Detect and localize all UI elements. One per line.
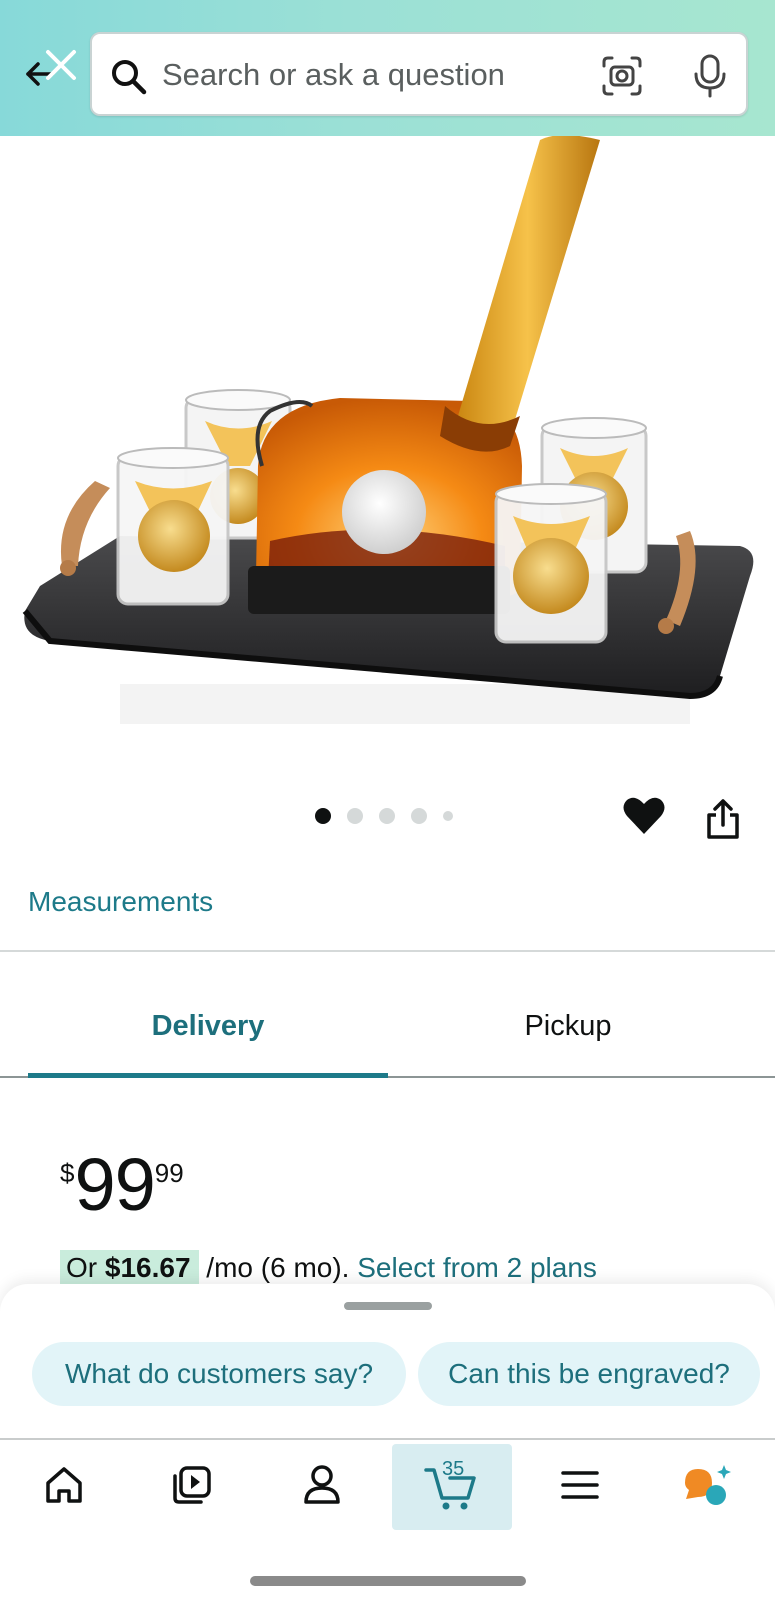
camera-lens-icon[interactable] <box>600 54 644 98</box>
back-arrow-icon <box>26 50 76 86</box>
account-icon <box>304 1465 340 1504</box>
installment-amount: $16.67 <box>104 1252 191 1283</box>
nav-cart[interactable]: 35 <box>392 1444 512 1530</box>
price-whole: 99 <box>74 1143 155 1226</box>
installment-offer: Or $16.67 /mo (6 mo). Select from 2 plan… <box>60 1250 597 1285</box>
home-indicator[interactable] <box>250 1576 526 1586</box>
close-icon <box>46 50 76 80</box>
heart-icon <box>623 797 665 834</box>
tab-active-indicator <box>28 1073 388 1078</box>
share-button[interactable] <box>704 797 742 841</box>
sheet-drag-handle[interactable] <box>344 1302 432 1310</box>
back-close-button[interactable] <box>18 42 82 102</box>
home-icon <box>46 1467 82 1503</box>
nav-rufus[interactable] <box>648 1440 768 1530</box>
microphone-icon[interactable] <box>690 52 730 100</box>
select-plans-link[interactable]: Select from 2 plans <box>357 1252 597 1283</box>
cart-count-badge: 35 <box>442 1458 465 1480</box>
carousel-dot[interactable] <box>443 811 453 821</box>
nav-home[interactable] <box>4 1440 124 1530</box>
add-to-list-button[interactable] <box>622 795 666 837</box>
carousel-dot[interactable] <box>315 808 331 824</box>
carousel-dot[interactable] <box>379 808 395 824</box>
section-divider <box>0 950 775 952</box>
product-image[interactable] <box>0 136 775 736</box>
installment-prefix: Or <box>66 1252 105 1283</box>
search-bar[interactable] <box>90 32 748 116</box>
price-fraction: 99 <box>154 1158 184 1188</box>
measurements-link[interactable]: Measurements <box>28 886 213 918</box>
carousel-dot[interactable] <box>411 808 427 824</box>
installment-term: /mo (6 mo). <box>198 1252 358 1283</box>
suggestion-chip-engraved[interactable]: Can this be engraved? <box>418 1342 760 1406</box>
rufus-icon <box>685 1465 731 1505</box>
price-symbol: $ <box>60 1158 75 1188</box>
product-photo-illustration <box>22 136 754 724</box>
video-icon <box>173 1466 211 1504</box>
tab-delivery[interactable]: Delivery <box>28 1010 388 1043</box>
price: $ 99 99 <box>60 1148 184 1222</box>
search-icon <box>112 60 147 95</box>
image-carousel-indicator[interactable] <box>315 808 453 824</box>
carousel-dot[interactable] <box>347 808 363 824</box>
nav-video[interactable] <box>132 1440 252 1530</box>
top-header <box>0 0 775 136</box>
menu-icon <box>561 1471 599 1499</box>
tab-pickup[interactable]: Pickup <box>388 1010 748 1043</box>
search-input[interactable] <box>162 48 582 102</box>
nav-account[interactable] <box>262 1440 382 1530</box>
suggestion-chip-customers-say[interactable]: What do customers say? <box>32 1342 406 1406</box>
nav-menu[interactable] <box>520 1440 640 1530</box>
installment-badge: Or $16.67 <box>60 1250 199 1285</box>
share-icon <box>707 799 739 839</box>
